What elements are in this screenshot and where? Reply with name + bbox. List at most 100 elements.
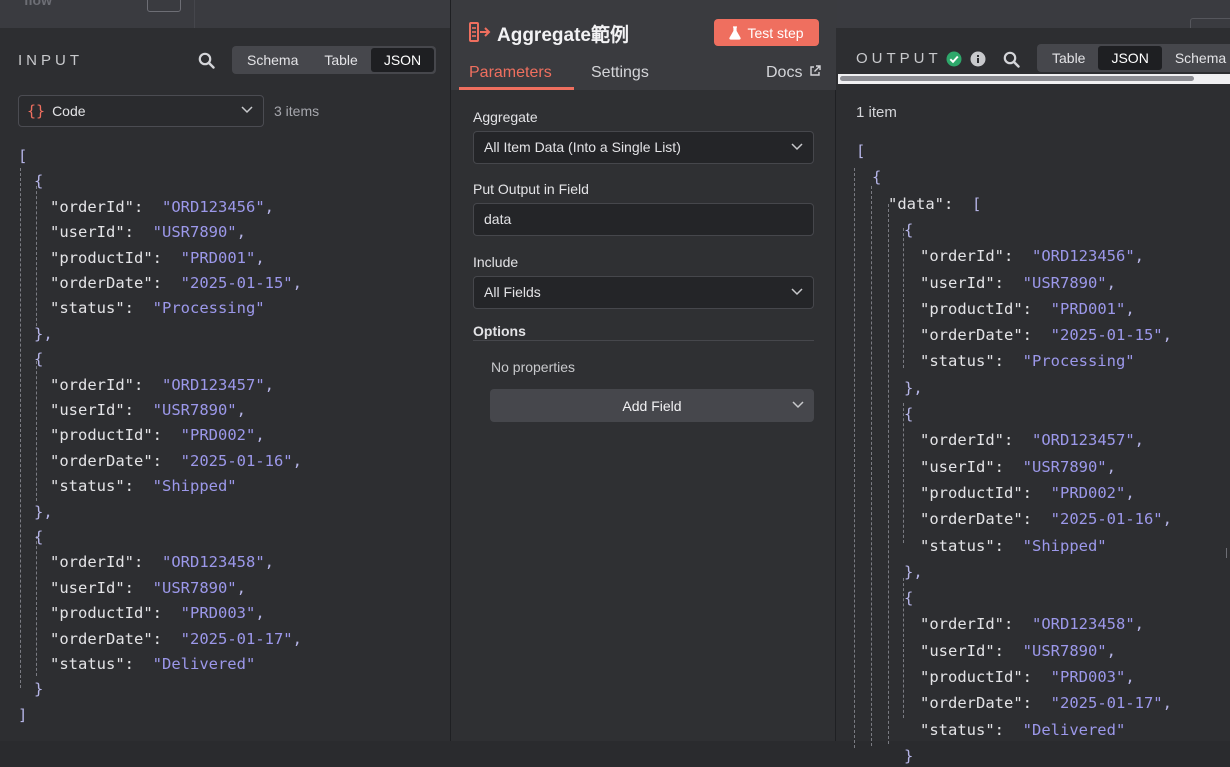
json-line: "orderId": "ORD123458", — [50, 553, 274, 572]
json-line: { — [904, 220, 914, 239]
test-step-button[interactable]: Test step — [714, 19, 819, 46]
json-line: "productId": "PRD001", — [920, 299, 1135, 318]
json-line: [ — [856, 142, 866, 160]
json-indent-guide — [854, 168, 855, 748]
json-line: "data": [ — [888, 194, 982, 213]
aggregate-node-icon — [469, 22, 491, 42]
json-indent-guide — [888, 204, 889, 744]
json-line: "orderDate": "2025-01-16", — [50, 451, 302, 470]
json-line: } — [904, 746, 914, 765]
external-link-icon — [810, 65, 821, 76]
tab-parameters[interactable]: Parameters — [469, 64, 552, 82]
output-tab-table[interactable]: Table — [1039, 46, 1098, 70]
json-line: "userId": "USR7890", — [50, 401, 246, 419]
json-indent-guide — [903, 228, 904, 368]
input-tab-table[interactable]: Table — [311, 48, 370, 72]
json-line: "status": "Delivered" — [50, 655, 256, 673]
input-search-icon[interactable] — [196, 50, 216, 70]
json-line: "status": "Processing" — [920, 352, 1135, 371]
output-search-icon[interactable] — [1001, 49, 1021, 69]
json-line: "status": "Processing" — [50, 299, 265, 318]
json-line: "orderId": "ORD123458", — [920, 615, 1144, 634]
json-indent-guide — [20, 168, 21, 688]
node-parameters-panel: Aggregate範例 Test step Parameters Setting… — [450, 0, 837, 741]
json-line: { — [34, 172, 44, 191]
json-line: } — [34, 680, 44, 699]
json-line: "orderId": "ORD123456", — [50, 197, 274, 216]
output-view-tabs: Table JSON Schema — [1037, 44, 1230, 72]
json-line: ] — [18, 705, 28, 724]
json-line: "status": "Shipped" — [50, 477, 237, 496]
json-line: }, — [34, 502, 53, 521]
json-line: }, — [904, 378, 923, 397]
json-indent-guide — [36, 536, 37, 676]
output-field-input[interactable]: data — [473, 203, 814, 236]
flask-icon — [729, 25, 742, 40]
chevron-down-icon — [791, 288, 803, 296]
json-line: "orderDate": "2025-01-15", — [920, 326, 1172, 345]
json-line: { — [904, 405, 914, 423]
aggregate-label: Aggregate — [473, 109, 538, 125]
output-field-label: Put Output in Field — [473, 181, 589, 197]
json-line: [ — [18, 147, 28, 165]
options-label: Options — [473, 323, 526, 339]
json-line: "orderDate": "2025-01-16", — [920, 510, 1172, 529]
tab-settings[interactable]: Settings — [591, 64, 649, 82]
json-line: { — [872, 168, 882, 187]
aggregate-select[interactable]: All Item Data (Into a Single List) — [473, 131, 814, 164]
json-line: }, — [34, 324, 53, 343]
output-tab-schema[interactable]: Schema — [1162, 46, 1230, 70]
json-line: "productId": "PRD003", — [920, 668, 1135, 686]
include-value: All Fields — [484, 284, 541, 300]
output-items-count: 1 item — [856, 104, 897, 121]
add-field-label: Add Field — [622, 397, 682, 414]
success-check-icon — [946, 51, 962, 67]
json-line: "userId": "USR7890", — [920, 457, 1116, 476]
node-header: Aggregate範例 Test step Parameters Setting… — [451, 0, 837, 90]
code-node-icon: {} — [27, 102, 46, 120]
json-line: "userId": "USR7890", — [50, 223, 246, 242]
json-line: "userId": "USR7890", — [920, 641, 1116, 660]
json-line: "userId": "USR7890", — [50, 578, 246, 597]
options-divider — [473, 340, 814, 341]
input-items-count: 3 items — [274, 103, 320, 119]
info-icon[interactable] — [970, 51, 986, 67]
json-line: "orderDate": "2025-01-15", — [50, 274, 302, 292]
input-tab-schema[interactable]: Schema — [234, 48, 311, 72]
input-source-select[interactable]: {} Code — [18, 95, 264, 127]
json-line: }, — [904, 562, 923, 581]
json-line: "productId": "PRD001", — [50, 248, 265, 267]
output-title: OUTPUT — [856, 50, 942, 67]
output-horizontal-scrollbar[interactable] — [838, 74, 1230, 84]
canvas-small-button[interactable] — [147, 0, 181, 12]
scrollbar-thumb[interactable] — [840, 76, 1194, 81]
json-line: { — [34, 350, 44, 369]
json-line: "productId": "PRD002", — [920, 483, 1135, 502]
json-line: { — [34, 528, 44, 546]
json-indent-guide — [36, 186, 37, 326]
include-select[interactable]: All Fields — [473, 276, 814, 309]
json-line: "productId": "PRD003", — [50, 604, 265, 623]
json-line: "orderId": "ORD123457", — [50, 375, 274, 394]
json-line: "orderId": "ORD123456", — [920, 247, 1144, 266]
add-field-button[interactable]: Add Field — [490, 389, 814, 422]
canvas-divider — [194, 0, 195, 28]
output-field-value: data — [484, 211, 512, 227]
output-panel: OUTPUT Table JSON Schema 1 item [ { "data"… — [836, 28, 1230, 765]
json-indent-guide — [871, 186, 872, 746]
test-step-label: Test step — [747, 24, 804, 41]
json-line: "userId": "USR7890", — [920, 273, 1116, 292]
input-title: INPUT — [18, 52, 83, 69]
right-edge-marker — [1226, 548, 1230, 558]
json-line: "orderDate": "2025-01-17", — [50, 629, 302, 648]
input-tab-json[interactable]: JSON — [370, 48, 435, 72]
json-line: "status": "Shipped" — [920, 536, 1107, 555]
include-label: Include — [473, 254, 519, 270]
docs-link[interactable]: Docs — [766, 64, 821, 82]
json-line: "orderId": "ORD123457", — [920, 431, 1144, 450]
node-title[interactable]: Aggregate範例 — [497, 20, 629, 47]
chevron-down-icon — [791, 143, 803, 151]
output-tab-json[interactable]: JSON — [1098, 46, 1162, 70]
docs-label: Docs — [766, 64, 803, 81]
chevron-down-icon — [241, 106, 253, 114]
